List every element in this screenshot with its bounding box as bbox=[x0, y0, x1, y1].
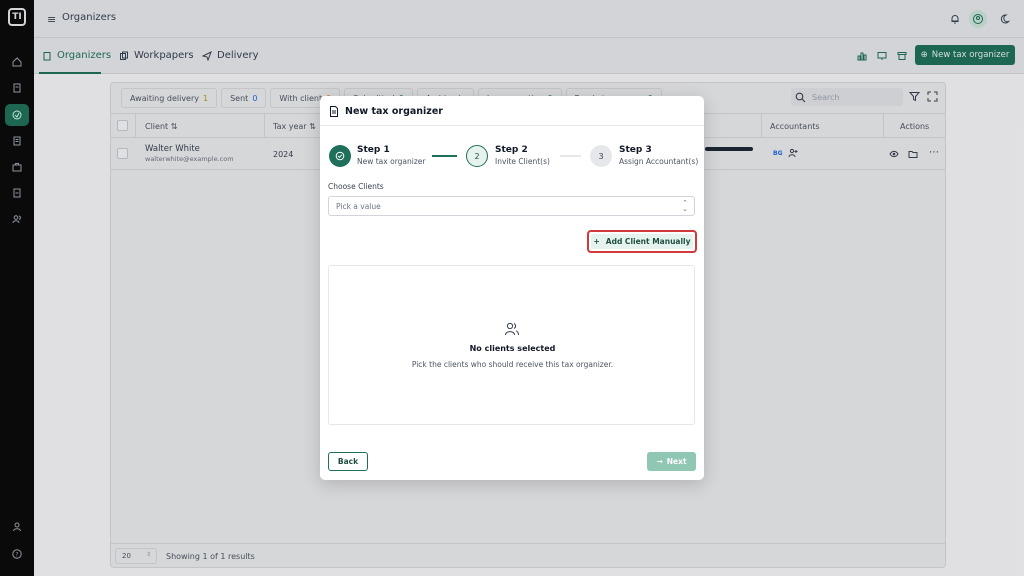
empty-state-description: Pick the clients who should receive this… bbox=[411, 360, 614, 369]
step-1-complete-icon bbox=[329, 145, 351, 167]
add-client-manually-inner: + Add Client Manually bbox=[591, 234, 693, 249]
document-icon bbox=[330, 106, 338, 117]
new-tax-organizer-dialog: New tax organizer Step 1 New tax organiz… bbox=[320, 96, 704, 480]
choose-clients-select[interactable]: Pick a value ⌃ ⌄ bbox=[328, 196, 695, 216]
chevron-up-down-icon: ⌃ ⌄ bbox=[682, 199, 688, 213]
add-client-manually-label: Add Client Manually bbox=[605, 237, 691, 246]
step-3-marker: 3 bbox=[590, 145, 612, 167]
next-label: Next bbox=[666, 457, 687, 466]
plus-icon: + bbox=[593, 237, 600, 246]
step-2-subtitle: Invite Client(s) bbox=[495, 157, 550, 166]
add-client-manually-button[interactable]: + Add Client Manually bbox=[587, 230, 697, 253]
step-2-title: Step 2 bbox=[495, 145, 528, 155]
step-1-title: Step 1 bbox=[357, 145, 390, 155]
step-3-subtitle: Assign Accountant(s) bbox=[619, 157, 699, 166]
step-connector bbox=[432, 155, 457, 157]
users-icon bbox=[505, 322, 519, 336]
step-connector bbox=[560, 155, 581, 157]
back-button[interactable]: Back bbox=[328, 452, 368, 471]
dialog-header: New tax organizer bbox=[320, 96, 704, 126]
next-button[interactable]: → Next bbox=[647, 452, 696, 471]
arrow-right-icon: → bbox=[656, 457, 663, 466]
empty-state-title: No clients selected bbox=[469, 344, 556, 353]
choose-clients-label: Choose Clients bbox=[328, 182, 384, 191]
step-3-title: Step 3 bbox=[619, 145, 652, 155]
selected-clients-empty-state: No clients selected Pick the clients who… bbox=[328, 265, 695, 425]
select-placeholder: Pick a value bbox=[336, 201, 381, 211]
dialog-title: New tax organizer bbox=[345, 106, 443, 117]
step-1-subtitle: New tax organizer bbox=[357, 157, 426, 166]
step-2-marker: 2 bbox=[466, 145, 488, 167]
